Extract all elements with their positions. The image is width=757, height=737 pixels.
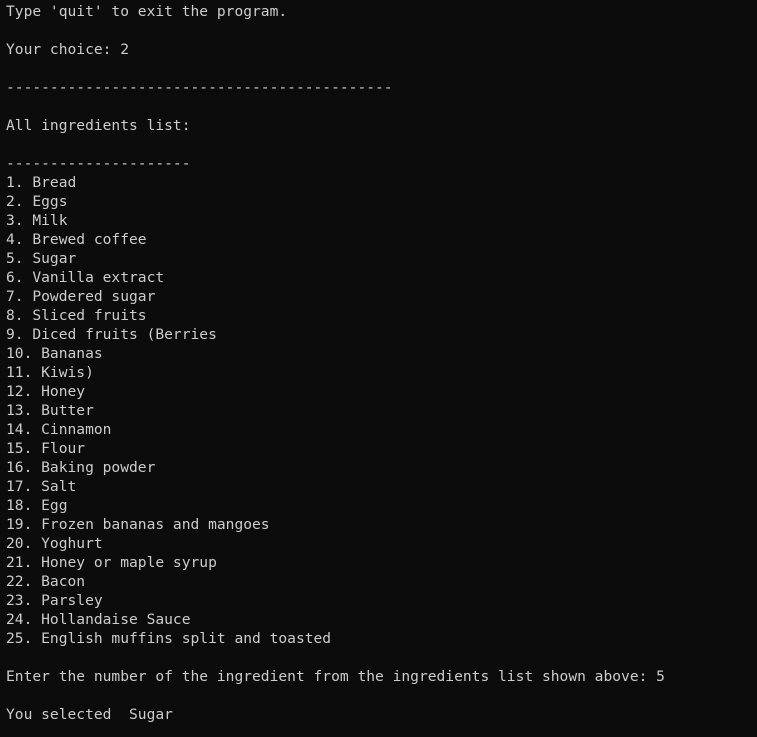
ingredient-item: 23. Parsley: [6, 592, 103, 609]
ingredient-item: 8. Sliced fruits: [6, 307, 147, 324]
selection-result-line: You selected Sugar: [6, 706, 173, 723]
terminal-window[interactable]: Type 'quit' to exit the program. Your ch…: [0, 0, 757, 737]
ingredient-item: 20. Yoghurt: [6, 535, 103, 552]
ingredient-item: 11. Kiwis): [6, 364, 94, 381]
number-prompt-line: Enter the number of the ingredient from …: [6, 668, 665, 685]
ingredient-item: 2. Eggs: [6, 193, 68, 210]
ingredient-item: 17. Salt: [6, 478, 77, 495]
ingredient-item: 1. Bread: [6, 174, 77, 191]
ingredient-item: 24. Hollandaise Sauce: [6, 611, 191, 628]
ingredient-item: 10. Bananas: [6, 345, 103, 362]
ingredient-item: 3. Milk: [6, 212, 68, 229]
ingredient-item: 14. Cinnamon: [6, 421, 112, 438]
choice-prompt-line: Your choice: 2: [6, 41, 130, 58]
ingredient-item: 13. Butter: [6, 402, 94, 419]
separator-short: ---------------------: [6, 155, 191, 172]
ingredient-item: 18. Egg: [6, 497, 68, 514]
ingredient-item: 7. Powdered sugar: [6, 288, 156, 305]
ingredients-list: 1. Bread 2. Eggs 3. Milk 4. Brewed coffe…: [6, 173, 757, 648]
quit-hint-line: Type 'quit' to exit the program.: [6, 3, 288, 20]
separator-long: ----------------------------------------…: [6, 79, 393, 96]
ingredient-item: 15. Flour: [6, 440, 86, 457]
ingredient-item: 12. Honey: [6, 383, 86, 400]
ingredient-item: 5. Sugar: [6, 250, 77, 267]
ingredient-item: 21. Honey or maple syrup: [6, 554, 217, 571]
ingredient-item: 6. Vanilla extract: [6, 269, 165, 286]
ingredient-item: 22. Bacon: [6, 573, 86, 590]
ingredient-item: 19. Frozen bananas and mangoes: [6, 516, 270, 533]
ingredient-item: 25. English muffins split and toasted: [6, 630, 332, 647]
ingredient-item: 4. Brewed coffee: [6, 231, 147, 248]
list-title: All ingredients list:: [6, 117, 191, 134]
ingredient-item: 16. Baking powder: [6, 459, 156, 476]
ingredient-item: 9. Diced fruits (Berries: [6, 326, 217, 343]
